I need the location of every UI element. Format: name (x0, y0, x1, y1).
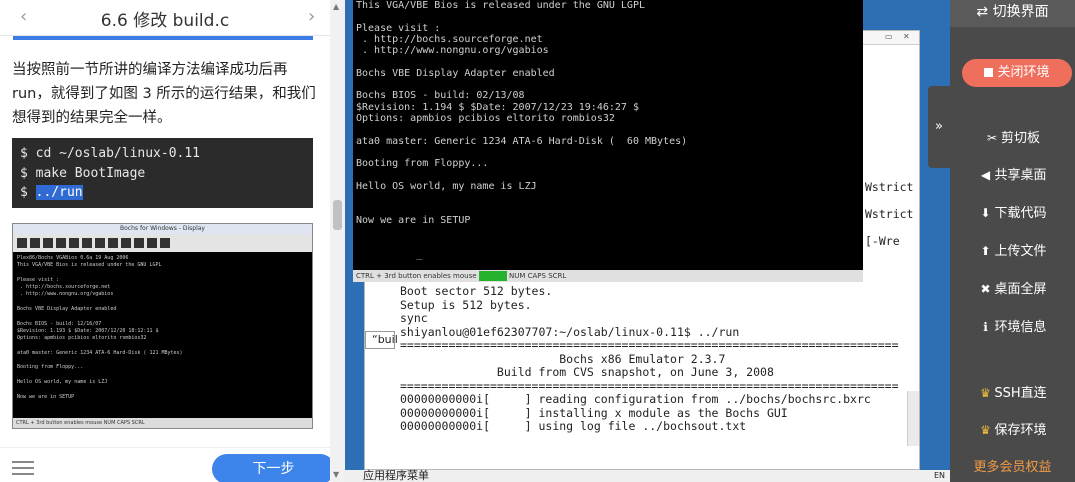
scissors-icon: ✂ (986, 131, 998, 145)
fullscreen-label: 桌面全屏 (994, 282, 1047, 297)
collapse-toolbar-button[interactable]: » (928, 86, 950, 168)
switch-ui-button[interactable]: ⇄ 切换界面 (950, 0, 1075, 27)
bochs-status-text: CTRL + 3rd button enables mouse (356, 272, 477, 280)
clipboard-button[interactable]: ✂ 剪切板 (950, 127, 1075, 146)
scroll-up-icon[interactable]: ▲ (333, 2, 339, 11)
next-page-icon[interactable]: › (308, 6, 315, 27)
scrollbar-thumb[interactable] (333, 200, 342, 230)
ssh-connect-button[interactable]: ♛ SSH直连 (950, 382, 1075, 401)
taskbar: 应用程序菜单 EN (345, 470, 950, 482)
list-icon[interactable] (12, 461, 34, 475)
share-desktop-button[interactable]: ◀ 共享桌面 (950, 164, 1075, 183)
input-method-indicator[interactable]: EN (934, 470, 945, 482)
floppy-icon (30, 238, 40, 248)
terminal-output[interactable]: Boot sector 512 bytes. Setup is 512 byte… (400, 284, 920, 434)
figure-toolbar (13, 234, 312, 252)
bochs-status-keys: NUM CAPS SCRL (509, 272, 567, 280)
page-title: 6.6 修改 build.c (100, 11, 230, 31)
crown-icon: ♛ (979, 386, 991, 400)
floppy-icon (17, 238, 27, 248)
doc-footer: 下一步 (0, 447, 335, 482)
stop-icon (984, 68, 994, 77)
terminal-text-fragment: Wstrict (865, 180, 914, 194)
code-prompt: $ (20, 185, 36, 200)
save-env-label: 保存环境 (994, 423, 1047, 438)
download-code-label: 下载代码 (994, 206, 1047, 221)
code-line-1: $ cd ~/oslab/linux-0.11 (20, 146, 201, 161)
terminal-text-fragment: [-Wre (865, 234, 900, 248)
close-env-button[interactable]: 关闭环境 (962, 59, 1072, 87)
next-step-button[interactable]: 下一步 (212, 454, 335, 482)
reset-icon (134, 238, 144, 248)
env-info-label: 环境信息 (994, 320, 1047, 335)
upload-icon: ⬆ (980, 244, 991, 258)
paste-icon (95, 238, 105, 248)
doc-panel: ‹ 6.6 修改 build.c › 当按照前一节所讲的编译方法编译成功后再ru… (0, 0, 335, 482)
power-icon (160, 238, 170, 248)
fullscreen-icon: ✖ (980, 282, 991, 296)
figure-screen-text: Plex86/Bochs VGABios 0.6a 19 Aug 2006 Th… (17, 255, 183, 400)
code-line-3: $ ../run (20, 183, 305, 203)
clipboard-label: 剪切板 (1000, 131, 1040, 146)
figure-status-bar: CTRL + 3rd button enables mouse NUM CAPS… (13, 418, 312, 428)
user-icon (69, 238, 79, 248)
terminal-text-fragment: Wstrict (865, 207, 914, 221)
share-desktop-label: 共享桌面 (994, 168, 1047, 183)
progress-bar (13, 36, 313, 40)
screenshot-figure: Bochs for Windows - Display Plex86/Bochs… (12, 223, 313, 429)
remote-desktop[interactable]: ▭ ✕ Wstrict Wstrict [-Wre Boot sector 51… (345, 0, 950, 482)
bochs-status-bar: CTRL + 3rd button enables mouse NUM CAPS… (353, 270, 863, 282)
close-env-label: 关闭环境 (997, 65, 1050, 80)
floppy-led-icon (478, 271, 507, 281)
app-menu-button[interactable]: 应用程序菜单 (363, 469, 429, 482)
upload-file-label: 上传文件 (994, 244, 1047, 259)
terminal-tooltip: “buil (365, 331, 398, 349)
share-icon: ◀ (980, 168, 991, 182)
minimize-icon[interactable]: ▭ (885, 32, 893, 41)
doc-paragraph: 当按照前一节所讲的编译方法编译成功后再run，就得到了如图 3 所示的运行结果，… (12, 62, 316, 126)
bochs-display[interactable]: This VGA/VBE Bios is released under the … (353, 0, 863, 270)
code-block: $ cd ~/oslab/linux-0.11 $ make BootImage… (12, 138, 313, 208)
figure-window-title: Bochs for Windows - Display (13, 224, 312, 234)
code-line-2: $ make BootImage (20, 165, 146, 181)
ssh-connect-label: SSH直连 (994, 386, 1047, 401)
snapshot-icon (108, 238, 118, 248)
download-icon: ⬇ (980, 206, 991, 220)
suspend-icon (147, 238, 157, 248)
config-icon (121, 238, 131, 248)
upload-file-button[interactable]: ⬆ 上传文件 (950, 240, 1075, 259)
mouse-icon (56, 238, 66, 248)
scroll-down-icon[interactable]: ▼ (333, 470, 339, 479)
crown-icon: ♛ (980, 423, 991, 437)
save-env-button[interactable]: ♛ 保存环境 (950, 419, 1075, 438)
env-toolbar: » ⇄ 切换界面 关闭环境 ✂ 剪切板 ◀ 共享桌面 ⬇ 下载代码 ⬆ 上传文件 ✖ 桌面… (928, 0, 1075, 482)
doc-scrollbar[interactable]: ▲ ▼ (330, 0, 345, 482)
env-info-button[interactable]: ℹ 环境信息 (950, 316, 1075, 335)
close-icon[interactable]: ✕ (903, 32, 910, 41)
doc-header: ‹ 6.6 修改 build.c › (0, 0, 330, 36)
download-code-button[interactable]: ⬇ 下载代码 (950, 202, 1075, 221)
code-selection[interactable]: ../run (35, 185, 83, 200)
copy-icon (82, 238, 92, 248)
terminal-scrollbar[interactable] (907, 391, 919, 446)
cdrom-icon (43, 238, 53, 248)
info-icon: ℹ (983, 320, 988, 334)
fullscreen-button[interactable]: ✖ 桌面全屏 (950, 278, 1075, 297)
vip-benefits-link[interactable]: 更多会员权益 (950, 456, 1075, 475)
